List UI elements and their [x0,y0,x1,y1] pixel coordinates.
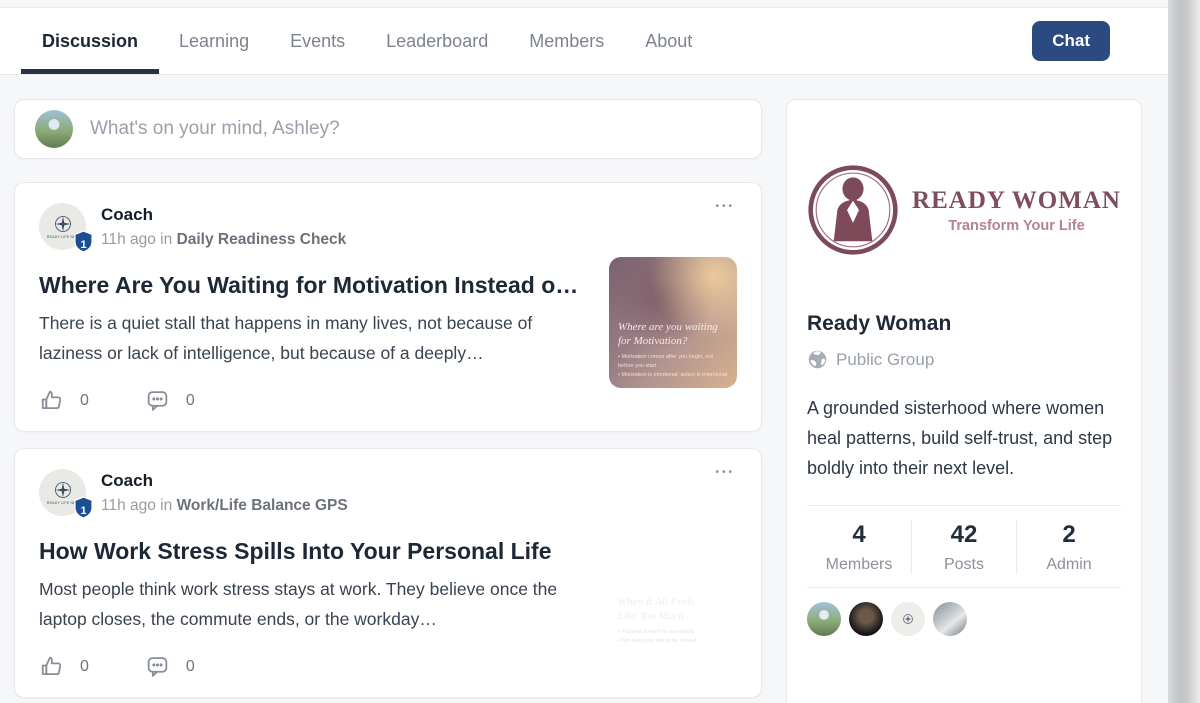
post-timestamp: 11h ago in [101,230,173,248]
post-actions: 0 0 [39,654,737,679]
tab-members[interactable]: Members [529,8,604,74]
stat-label: Posts [943,556,984,573]
post-header: READY LIFE NET 1 Coach 11h ago in Daily … [39,203,737,253]
ready-woman-emblem-icon [808,165,898,255]
thumbnail-bullet: Pausing doesn't fix everything [618,628,728,637]
nav-tabs: Discussion Learning Events Leaderboard M… [20,8,692,74]
coach-avatar[interactable]: READY LIFE NET 1 [39,203,93,253]
like-count: 0 [80,657,89,675]
thumbs-up-icon [41,656,62,675]
thumbnail-bullet: Not everyone has to be served [618,637,728,646]
stat-posts[interactable]: 42 Posts [911,521,1016,574]
thumbnail-caption: Like Too Much [618,609,684,622]
thumbs-up-icon [41,390,62,409]
stat-members[interactable]: 4 Members [807,521,911,574]
brand-wordmark: READY WOMAN Transform Your Life [912,187,1121,234]
compass-icon [54,216,71,232]
group-sidebar: READY WOMAN Transform Your Life Ready Wo… [786,99,1142,703]
post-author[interactable]: Coach [101,205,346,225]
member-avatar[interactable] [807,602,841,636]
globe-icon [808,350,827,369]
comment-count: 0 [185,391,195,409]
top-window-strip [0,0,1200,8]
group-description: A grounded sisterhood where women heal p… [807,398,1113,478]
compass-icon [54,482,71,498]
thumbnail-bullet: Motivation is emotional; action is inten… [618,371,728,380]
level-badge: 1 [80,505,87,517]
post-author[interactable]: Coach [101,471,348,491]
coach-avatar[interactable]: READY LIFE NET 1 [39,469,93,519]
level-badge: 1 [80,239,87,251]
stat-value: 4 [852,521,866,548]
thumbnail-caption: When It All Feels [618,596,695,608]
member-avatars [787,588,1141,650]
tab-events[interactable]: Events [290,8,345,74]
post-header: READY LIFE NET 1 Coach 11h ago in Work/L… [39,469,737,519]
privacy-label: Public Group [836,349,935,369]
post-timestamp: 11h ago in [101,496,173,514]
stat-value: 42 [950,521,978,548]
post-category-link[interactable]: Daily Readiness Check [177,231,347,248]
group-cover-logo[interactable]: READY WOMAN Transform Your Life [787,100,1141,312]
stat-value: 2 [1062,521,1076,548]
thumbnail-bullet: Motivation comes after you begin, not be… [618,353,728,371]
comment-bubble-icon [147,391,168,411]
member-avatar[interactable] [891,602,925,636]
post-composer[interactable]: What's on your mind, Ashley? [14,99,762,159]
post-card[interactable]: READY LIFE NET 1 Coach 11h ago in Work/L… [14,448,762,698]
stat-label: Admin [1046,556,1092,573]
group-nav-bar: Discussion Learning Events Leaderboard M… [0,8,1200,75]
window-scrollbar[interactable] [1168,0,1200,703]
post-excerpt: Most people think work stress stays at w… [39,579,558,629]
comment-bubble-icon [147,657,168,677]
post-category-link[interactable]: Work/Life Balance GPS [177,497,348,514]
comment-count: 0 [185,657,195,675]
post-title[interactable]: How Work Stress Spills Into Your Persona… [39,538,609,565]
stat-label: Members [825,556,893,573]
tab-discussion[interactable]: Discussion [20,8,160,74]
like-button[interactable]: 0 [39,388,89,413]
post-excerpt: There is a quiet stall that happens in m… [39,313,533,363]
tab-learning[interactable]: Learning [179,8,249,74]
feed-column: What's on your mind, Ashley? READY LIFE … [14,99,762,703]
brand-name: READY WOMAN [912,186,1121,214]
group-stats: 4 Members 42 Posts 2 Admin [787,506,1141,587]
brand-tagline: Transform Your Life [948,217,1085,234]
post-byline: Coach 11h ago in Work/Life Balance GPS [101,471,348,515]
post-actions: 0 0 [39,388,737,413]
post-thumbnail[interactable]: Where are you waiting for Motivation? Mo… [609,257,737,388]
like-button[interactable]: 0 [39,654,89,679]
post-thumbnail[interactable]: When It All Feels Like Too Much Pausing … [609,523,737,654]
group-name: Ready Woman [807,312,952,335]
chat-button[interactable]: Chat [1032,21,1110,61]
thumbnail-caption: for Motivation? [618,334,688,347]
compass-icon [903,614,913,624]
group-info-card: READY WOMAN Transform Your Life Ready Wo… [786,99,1142,703]
post-menu-icon[interactable]: ••• [715,467,735,478]
thumbnail-caption: Where are you waiting [618,321,718,333]
comment-button[interactable]: 0 [145,654,195,679]
tab-leaderboard[interactable]: Leaderboard [386,8,488,74]
composer-placeholder: What's on your mind, Ashley? [90,118,340,139]
post-card[interactable]: READY LIFE NET 1 Coach 11h ago in Daily … [14,182,762,432]
current-user-avatar [35,110,73,148]
page-body: What's on your mind, Ashley? READY LIFE … [0,75,1200,703]
post-title[interactable]: Where Are You Waiting for Motivation Ins… [39,272,609,299]
member-avatar[interactable] [933,602,967,636]
post-menu-icon[interactable]: ••• [715,201,735,212]
member-avatar[interactable] [849,602,883,636]
like-count: 0 [80,391,89,409]
group-privacy: Public Group [787,349,1141,370]
post-byline: Coach 11h ago in Daily Readiness Check [101,205,346,249]
stat-admin[interactable]: 2 Admin [1016,521,1121,574]
tab-about[interactable]: About [645,8,692,74]
comment-button[interactable]: 0 [145,388,195,413]
